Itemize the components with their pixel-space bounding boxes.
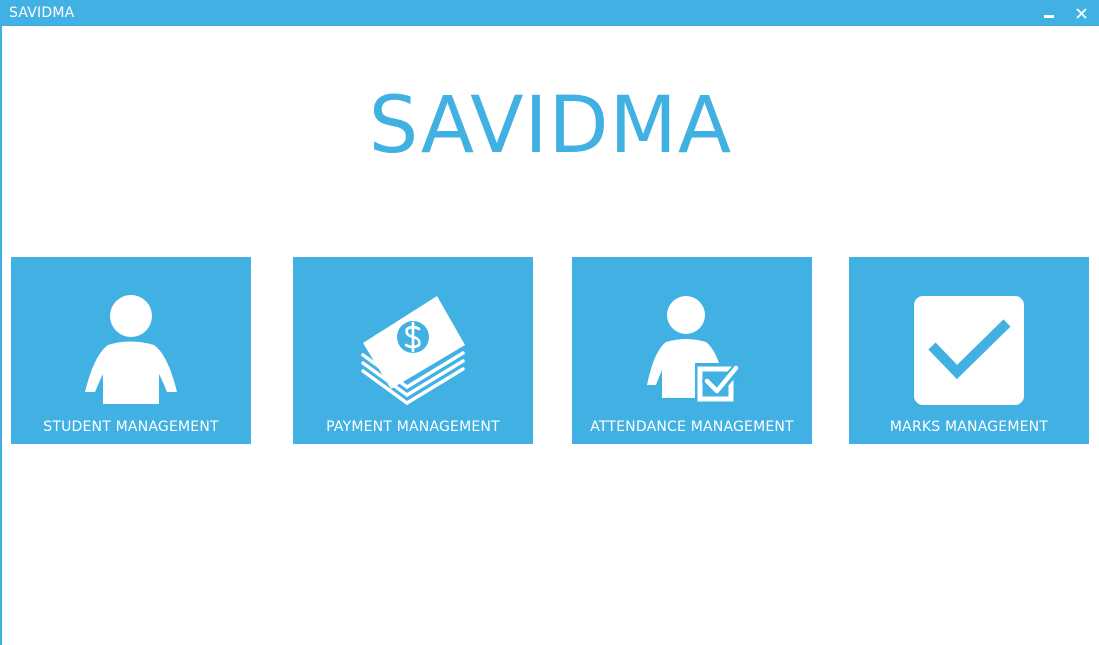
attendance-management-tile[interactable]: ATTENDANCE MANAGEMENT [572,257,812,444]
minimize-icon [1044,15,1054,18]
minimize-button[interactable] [1034,0,1064,26]
student-icon [85,295,177,404]
window-title: SAVIDMA [9,5,75,21]
app-heading: SAVIDMA [368,81,733,171]
money-icon [361,296,465,406]
marks-management-tile[interactable]: MARKS MANAGEMENT [849,257,1089,444]
attendance-management-label: ATTENDANCE MANAGEMENT [590,419,794,435]
student-management-tile[interactable]: STUDENT MANAGEMENT [11,257,251,444]
attendance-icon [647,296,743,405]
close-button[interactable] [1066,0,1096,26]
app-window: SAVIDMA SAVIDMA STUDENT MANAGEMENT PAYME… [0,0,1099,645]
checkmark-icon [914,296,1024,405]
student-management-label: STUDENT MANAGEMENT [43,419,219,435]
close-icon [1075,7,1087,19]
payment-management-tile[interactable]: PAYMENT MANAGEMENT [293,257,533,444]
payment-management-label: PAYMENT MANAGEMENT [326,419,500,435]
marks-management-label: MARKS MANAGEMENT [889,419,1049,435]
title-bar[interactable]: SAVIDMA [0,0,1099,26]
